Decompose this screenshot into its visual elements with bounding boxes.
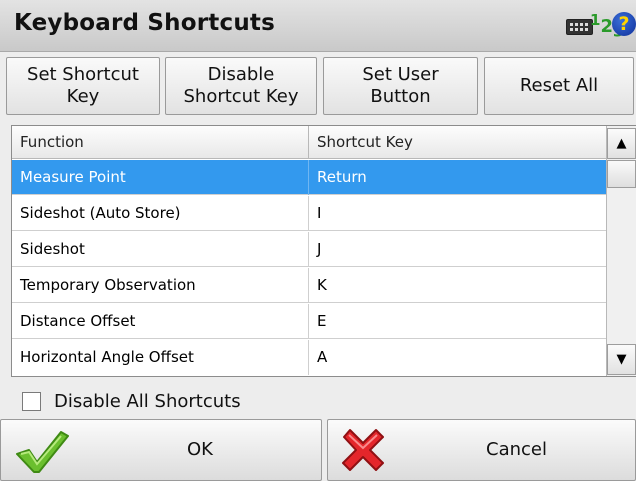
reset-all-button[interactable]: Reset All <box>484 57 634 115</box>
disable-shortcut-key-button[interactable]: Disable Shortcut Key <box>165 57 317 115</box>
table-row[interactable]: Temporary Observation K <box>12 268 606 303</box>
window-title: Keyboard Shortcuts <box>14 10 275 36</box>
column-header-function[interactable]: Function <box>12 126 309 159</box>
function-cell: Measure Point <box>12 160 309 195</box>
table-row[interactable]: Sideshot J <box>12 232 606 267</box>
ok-button[interactable]: OK <box>0 419 322 481</box>
table-row[interactable]: Horizontal Angle Offset A <box>12 340 606 375</box>
shortcut-key-cell: J <box>317 240 322 258</box>
column-header-shortcut-key[interactable]: Shortcut Key <box>309 126 606 159</box>
cancel-button[interactable]: Cancel <box>327 419 636 481</box>
function-cell: Sideshot (Auto Store) <box>12 196 309 231</box>
shortcut-key-cell: A <box>317 348 328 366</box>
title-bar: Keyboard Shortcuts 123 ? <box>0 0 636 52</box>
function-cell: Temporary Observation <box>12 268 309 303</box>
scroll-up-button[interactable]: ▲ <box>607 128 636 159</box>
cancel-label: Cancel <box>486 439 547 460</box>
disable-all-shortcuts-label[interactable]: Disable All Shortcuts <box>54 391 241 412</box>
toolbar: Set Shortcut Key Disable Shortcut Key Se… <box>0 53 636 119</box>
shortcut-key-cell: I <box>317 204 322 222</box>
disable-all-shortcuts-checkbox[interactable] <box>22 391 41 411</box>
green-check-icon <box>16 431 69 473</box>
shortcut-key-cell: Return <box>317 168 367 186</box>
scroll-down-button[interactable]: ▼ <box>607 344 636 375</box>
function-cell: Distance Offset <box>12 304 309 339</box>
shortcut-table: Function Shortcut Key Measure Point Retu… <box>11 125 636 377</box>
shortcut-key-cell: E <box>317 312 327 330</box>
set-shortcut-key-button[interactable]: Set Shortcut Key <box>6 57 160 115</box>
disable-all-shortcuts-option[interactable]: Disable All Shortcuts <box>22 390 241 412</box>
table-header: Function Shortcut Key <box>12 126 606 159</box>
table-row[interactable]: Measure Point Return <box>12 160 606 195</box>
shortcut-key-cell: K <box>317 276 327 294</box>
function-cell: Sideshot <box>12 232 309 267</box>
table-row[interactable]: Distance Offset E <box>12 304 606 339</box>
keyboard-icon[interactable] <box>566 19 593 35</box>
set-user-button-button[interactable]: Set User Button <box>323 57 478 115</box>
help-icon[interactable]: ? <box>612 12 636 36</box>
vertical-scrollbar[interactable]: ▲ ▼ <box>606 126 636 376</box>
ok-label: OK <box>187 439 213 460</box>
scrollbar-thumb[interactable] <box>607 160 636 188</box>
red-x-icon <box>342 429 384 471</box>
table-row[interactable]: Sideshot (Auto Store) I <box>12 196 606 231</box>
function-cell: Horizontal Angle Offset <box>12 340 309 375</box>
